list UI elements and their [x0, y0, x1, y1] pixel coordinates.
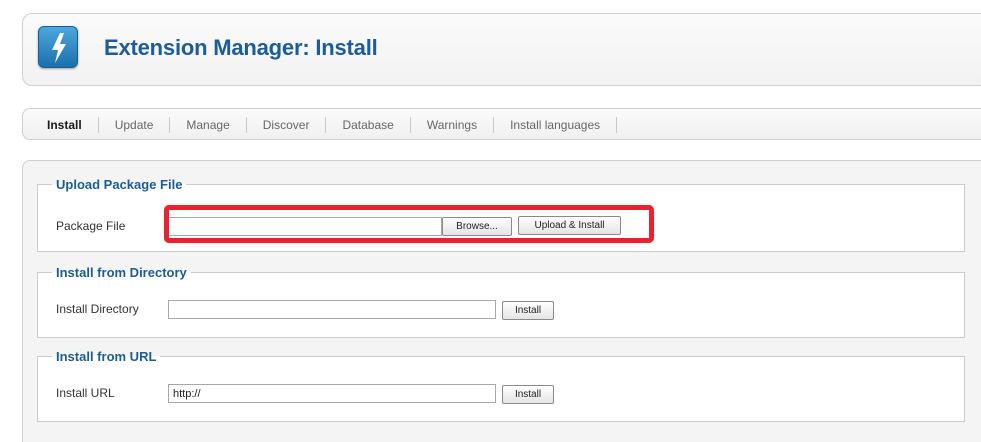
upload-install-button[interactable]: Upload & Install: [518, 216, 621, 235]
install-directory-label: Install Directory: [56, 302, 139, 316]
install-url-button[interactable]: Install: [502, 385, 554, 404]
install-directory-button[interactable]: Install: [502, 301, 554, 320]
install-directory-fieldset: Install from Directory Install Directory…: [37, 265, 965, 338]
browse-button[interactable]: Browse...: [442, 217, 512, 236]
tab-discover[interactable]: Discover: [247, 117, 327, 133]
package-file-label: Package File: [56, 219, 126, 233]
tab-install[interactable]: Install: [23, 117, 99, 133]
lightning-icon: [38, 26, 78, 68]
main-panel: Upload Package File Package File Browse.…: [22, 160, 981, 442]
tab-list: Install Update Manage Discover Database Warni…: [23, 117, 618, 133]
tab-bar: Install Update Manage Discover Database Warni…: [22, 108, 981, 140]
page-header: Extension Manager: Install: [22, 13, 981, 86]
install-url-legend: Install from URL: [56, 349, 157, 364]
page-title: Extension Manager: Install: [104, 35, 378, 60]
install-directory-input[interactable]: [168, 300, 496, 319]
tab-warnings[interactable]: Warnings: [411, 117, 495, 133]
install-url-fieldset: Install from URL Install URL Install: [37, 349, 965, 422]
tab-install-languages[interactable]: Install languages: [494, 117, 618, 133]
install-url-label: Install URL: [56, 386, 115, 400]
install-directory-legend: Install from Directory: [56, 265, 187, 280]
tab-database[interactable]: Database: [326, 117, 411, 133]
install-url-input[interactable]: [168, 384, 496, 403]
tab-update[interactable]: Update: [99, 117, 171, 133]
upload-package-fieldset: Upload Package File Package File Browse.…: [37, 177, 965, 252]
upload-package-legend: Upload Package File: [56, 177, 183, 192]
tab-manage[interactable]: Manage: [170, 117, 247, 133]
package-file-input[interactable]: [168, 217, 442, 236]
